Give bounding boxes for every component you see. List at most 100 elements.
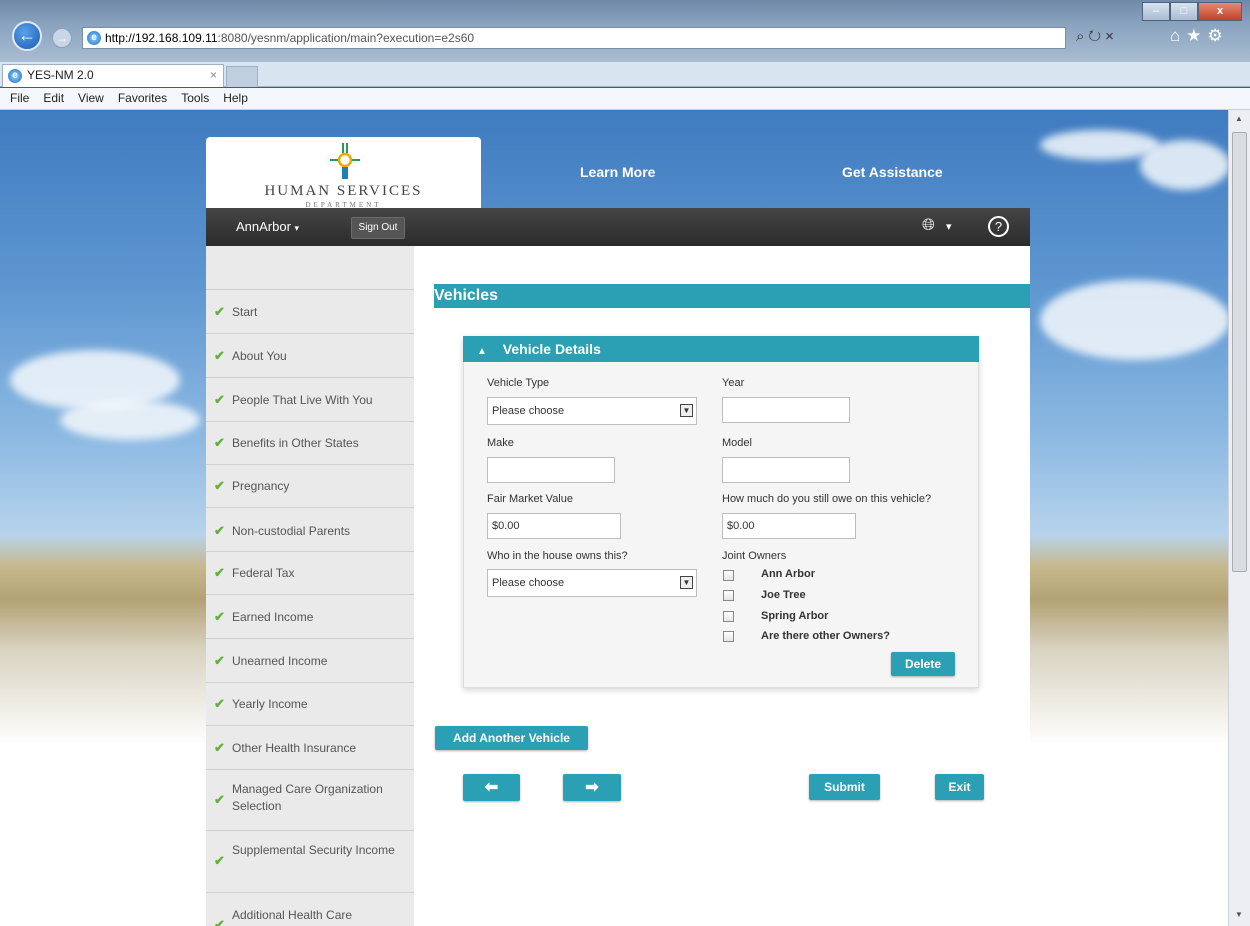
- owner-select[interactable]: Please choose ▼: [487, 569, 697, 597]
- back-arrow-icon[interactable]: ←: [12, 21, 42, 51]
- menu-favorites[interactable]: Favorites: [112, 88, 175, 109]
- owner-value: Please choose: [492, 577, 565, 589]
- tab-yes-nm[interactable]: e YES-NM 2.0 ×: [2, 64, 224, 87]
- sidebar-item-earned-income[interactable]: ✔ Earned Income: [206, 594, 414, 638]
- make-input[interactable]: [487, 457, 615, 483]
- sidebar-item-managed-care[interactable]: ✔ Managed Care Organization Selection: [206, 769, 414, 830]
- language-caret-icon[interactable]: ▾: [946, 220, 952, 233]
- sidebar-item-start[interactable]: ✔ Start: [206, 289, 414, 333]
- exit-button[interactable]: Exit: [935, 774, 984, 800]
- check-icon: ✔: [214, 392, 225, 407]
- sidebar-item-label: Non-custodial Parents: [232, 524, 351, 538]
- sidebar-item-unearned-income[interactable]: ✔ Unearned Income: [206, 638, 414, 682]
- new-tab-button[interactable]: [226, 66, 258, 87]
- sidebar-item-federal-tax[interactable]: ✔ Federal Tax: [206, 551, 414, 594]
- sidebar-nav: ✔ Start ✔ About You ✔ People That Live W…: [206, 246, 414, 926]
- menu-tools[interactable]: Tools: [175, 88, 217, 109]
- search-icon[interactable]: ⌕: [1076, 28, 1088, 45]
- vehicle-type-label: Vehicle Type: [487, 377, 550, 389]
- learn-more-link[interactable]: Learn More: [580, 164, 655, 180]
- address-bar[interactable]: e http://192.168.109.11:8080/yesnm/appli…: [82, 27, 1066, 49]
- toolbar-icons[interactable]: ⌂★⚙: [1170, 26, 1240, 50]
- user-menu[interactable]: AnnArbor ▾: [236, 219, 299, 234]
- sidebar-item-benefits-other-states[interactable]: ✔ Benefits in Other States: [206, 421, 414, 464]
- joint-owner-checkbox-joe[interactable]: [723, 590, 734, 601]
- fair-market-value-label: Fair Market Value: [487, 493, 573, 505]
- submit-button[interactable]: Submit: [809, 774, 880, 800]
- caret-down-icon: ▾: [294, 223, 300, 233]
- joint-owner-checkbox-ann[interactable]: [723, 570, 734, 581]
- collapse-caret-icon[interactable]: ▲: [477, 346, 487, 357]
- vertical-scrollbar[interactable]: ▲ ▼: [1228, 110, 1250, 926]
- user-name: AnnArbor: [236, 219, 291, 234]
- sidebar-item-yearly-income[interactable]: ✔ Yearly Income: [206, 682, 414, 725]
- menu-bar: File Edit View Favorites Tools Help: [0, 88, 1250, 110]
- check-icon: ✔: [214, 304, 225, 319]
- amount-owed-input[interactable]: $0.00: [722, 513, 856, 539]
- page-content: ✔ Start ✔ About You ✔ People That Live W…: [206, 246, 1030, 926]
- dropdown-arrow-icon[interactable]: ▼: [680, 404, 693, 417]
- scroll-up-icon[interactable]: ▲: [1235, 114, 1243, 123]
- menu-file[interactable]: File: [4, 88, 37, 109]
- right-arrow-icon: ➡: [585, 779, 599, 796]
- globe-language-icon[interactable]: 🌐︎: [922, 217, 935, 235]
- other-owners-checkbox[interactable]: [723, 631, 734, 642]
- get-assistance-link[interactable]: Get Assistance: [842, 164, 943, 180]
- close-window-button[interactable]: x: [1198, 2, 1242, 21]
- sidebar-item-label: About You: [232, 349, 287, 363]
- background-cloud: [1140, 140, 1228, 190]
- sign-out-button[interactable]: Sign Out: [351, 217, 405, 239]
- check-icon: ✔: [214, 565, 225, 580]
- help-icon[interactable]: ?: [988, 216, 1009, 237]
- menu-edit[interactable]: Edit: [37, 88, 72, 109]
- check-icon: ✔: [214, 917, 225, 926]
- panel-title: Vehicle Details: [502, 341, 601, 357]
- ie-page-icon: e: [87, 31, 101, 45]
- fair-market-value-input[interactable]: $0.00: [487, 513, 621, 539]
- address-tools[interactable]: ⌕↻×: [1076, 28, 1146, 48]
- menu-help[interactable]: Help: [217, 88, 256, 109]
- model-input[interactable]: [722, 457, 850, 483]
- year-input[interactable]: [722, 397, 850, 423]
- delete-button[interactable]: Delete: [891, 652, 955, 676]
- stop-icon[interactable]: ×: [1105, 28, 1118, 45]
- next-button[interactable]: ➡: [563, 774, 621, 801]
- add-another-vehicle-button[interactable]: Add Another Vehicle: [435, 726, 588, 750]
- tab-close-icon[interactable]: ×: [210, 65, 217, 86]
- maximize-button[interactable]: □: [1170, 2, 1198, 21]
- forward-arrow-icon[interactable]: →: [52, 28, 72, 48]
- menu-view[interactable]: View: [72, 88, 112, 109]
- refresh-icon[interactable]: ↻: [1088, 28, 1105, 45]
- home-icon[interactable]: ⌂: [1170, 26, 1186, 45]
- left-arrow-icon: ⬅: [484, 779, 499, 796]
- vehicle-type-select[interactable]: Please choose ▼: [487, 397, 697, 425]
- sidebar-item-ssi[interactable]: ✔ Supplemental Security Income: [206, 830, 414, 892]
- sidebar-item-additional-health-care[interactable]: ✔ Additional Health Care: [206, 892, 414, 926]
- panel-header[interactable]: ▲ Vehicle Details: [463, 336, 979, 362]
- logo-card: HUMAN SERVICES DEPARTMENT: [206, 137, 481, 213]
- sidebar-item-non-custodial-parents[interactable]: ✔ Non-custodial Parents: [206, 507, 414, 551]
- scroll-down-icon[interactable]: ▼: [1235, 910, 1243, 919]
- back-button[interactable]: ⬅: [463, 774, 520, 801]
- joint-owners-label: Joint Owners: [722, 550, 787, 562]
- url-path: :8080/yesnm/application/main?execution=e…: [217, 31, 475, 45]
- sidebar-item-label: Start: [232, 305, 258, 319]
- sidebar-item-label: Other Health Insurance: [232, 741, 357, 755]
- scrollbar-thumb[interactable]: [1232, 132, 1247, 572]
- favorites-star-icon[interactable]: ★: [1186, 26, 1207, 45]
- dropdown-arrow-icon[interactable]: ▼: [680, 576, 693, 589]
- zia-sun-logo-icon: [330, 143, 360, 179]
- sidebar-item-other-health-insurance[interactable]: ✔ Other Health Insurance: [206, 725, 414, 769]
- sidebar-item-people[interactable]: ✔ People That Live With You: [206, 377, 414, 421]
- check-icon: ✔: [214, 435, 225, 450]
- minimize-button[interactable]: –: [1142, 2, 1170, 21]
- background-cloud: [60, 400, 200, 440]
- tab-title: YES-NM 2.0: [27, 68, 94, 82]
- section-title-text: Vehicles: [434, 287, 499, 304]
- check-icon: ✔: [214, 523, 225, 538]
- sidebar-item-pregnancy[interactable]: ✔ Pregnancy: [206, 464, 414, 507]
- joint-owner-checkbox-spring[interactable]: [723, 611, 734, 622]
- sidebar-item-about-you[interactable]: ✔ About You: [206, 333, 414, 377]
- settings-gear-icon[interactable]: ⚙: [1208, 26, 1229, 45]
- check-icon: ✔: [214, 478, 225, 493]
